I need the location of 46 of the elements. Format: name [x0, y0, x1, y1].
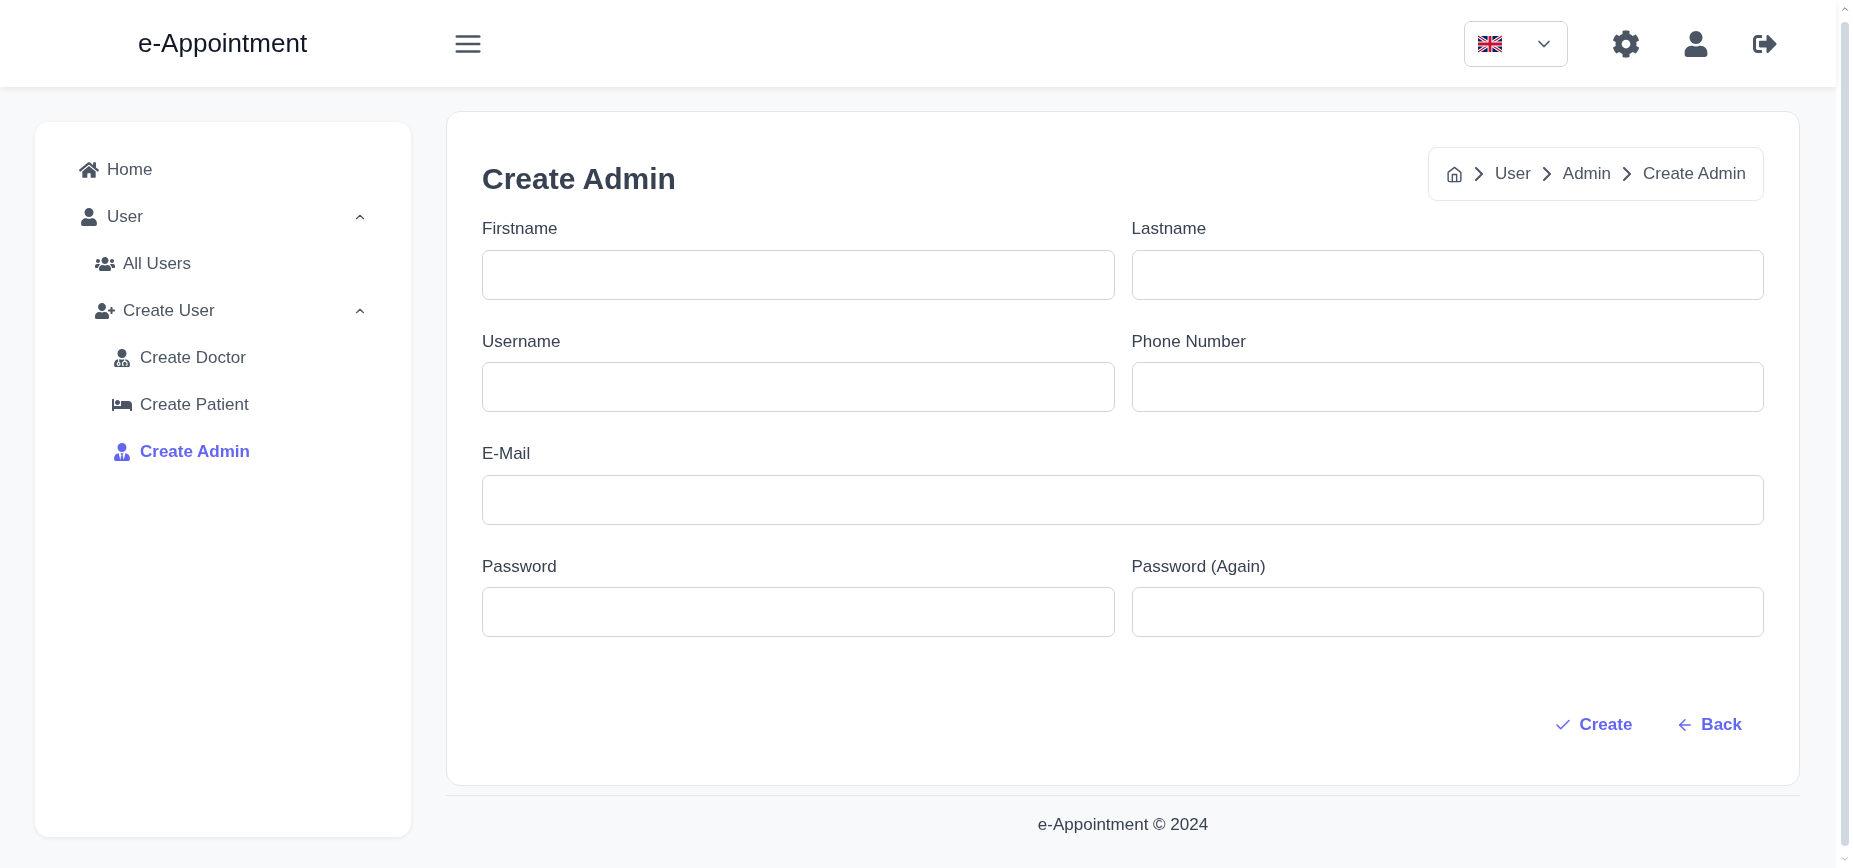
settings-icon[interactable] [1612, 29, 1640, 58]
create-button[interactable]: Create [1554, 712, 1633, 738]
input-field[interactable] [1131, 249, 1764, 300]
home-icon[interactable] [1445, 165, 1463, 183]
input-field[interactable] [482, 362, 1115, 412]
user-icon[interactable] [1684, 30, 1708, 57]
input-field[interactable] [482, 474, 1764, 525]
breadcrumb-link[interactable]: User [1494, 161, 1531, 187]
input-field[interactable] [1131, 362, 1764, 412]
chevron-up-icon[interactable] [1839, 4, 1850, 14]
field-label: Lastname [1131, 218, 1208, 240]
scrollbar[interactable] [1836, 0, 1853, 868]
doctor-icon [112, 348, 132, 367]
user-icon [79, 207, 99, 226]
user-plus-icon [95, 301, 115, 320]
person-icon [112, 442, 132, 461]
breadcrumb-link[interactable]: Admin [1562, 161, 1611, 187]
field-label: Phone Number [1131, 330, 1247, 353]
home-icon [79, 160, 99, 179]
sidebar-item[interactable]: Home [79, 156, 153, 183]
field-label: Password (Again) [1131, 555, 1267, 578]
chevron-right-icon [1623, 167, 1631, 181]
users-icon [95, 254, 115, 273]
sidebar-item[interactable]: Create Doctor [112, 344, 246, 371]
field-label: Username [482, 330, 562, 353]
breadcrumb-link[interactable]: Create Admin [1643, 161, 1746, 187]
field-label: Firstname [482, 218, 559, 240]
footer-text: e-Appointment © 2024 [1037, 813, 1209, 836]
chevron-right-icon [1474, 167, 1483, 181]
sidebar-item[interactable]: Create Patient [112, 391, 249, 418]
back-button[interactable]: Back [1676, 712, 1742, 738]
chevron-down-icon[interactable] [1839, 854, 1850, 864]
field-label: E-Mail [482, 443, 532, 465]
chevron-right-icon [1542, 167, 1551, 181]
input-field[interactable] [1131, 587, 1764, 637]
input-field[interactable] [482, 587, 1115, 637]
input-field[interactable] [482, 249, 1115, 300]
language-select[interactable] [1464, 20, 1568, 67]
sidebar-item[interactable]: User [79, 203, 143, 230]
sidebar-item[interactable]: Create User [95, 297, 215, 324]
sidebar-item[interactable]: Create Admin [112, 438, 250, 465]
page-title: Create Admin [482, 161, 676, 197]
field-label: Password [482, 555, 558, 578]
brand-name[interactable]: e-Appointment [138, 24, 308, 63]
flag-icon [1478, 34, 1502, 53]
sidebar-item[interactable]: All Users [95, 250, 191, 277]
